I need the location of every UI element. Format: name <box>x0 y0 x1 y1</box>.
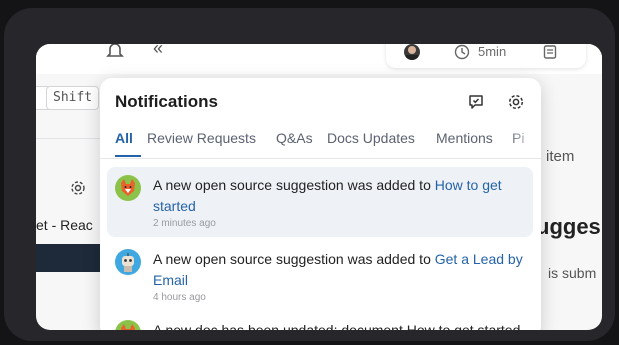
top-bar: « 5min <box>36 44 602 74</box>
dark-banner <box>36 244 102 272</box>
notification-item[interactable]: A new doc has been updated: document How… <box>107 317 533 330</box>
background-item-label: item <box>546 148 575 165</box>
mark-all-read-icon[interactable] <box>467 93 485 111</box>
notification-time: 4 hours ago <box>153 292 206 303</box>
tab-review-requests[interactable]: Review Requests <box>147 130 256 146</box>
notification-text: A new open source suggestion was added t… <box>153 251 523 288</box>
notifications-panel: Notifications All Review Requests Q&As D… <box>100 78 541 330</box>
divider <box>36 138 106 139</box>
keyboard-key-shift: Shift <box>46 86 100 110</box>
tabs-fade <box>507 126 541 156</box>
sidebar-item-label[interactable]: et - Reac <box>36 217 93 233</box>
app-screen: « 5min Shift et - Reac item ugges is sub… <box>36 44 602 330</box>
notification-time: 2 minutes ago <box>153 218 216 229</box>
notification-text: A new open source suggestion was added t… <box>153 177 502 214</box>
notification-item[interactable]: A new open source suggestion was added t… <box>107 241 533 311</box>
read-time-label: 5min <box>478 44 507 59</box>
active-tab-indicator <box>115 155 141 157</box>
clock-icon <box>454 44 470 60</box>
tab-qas[interactable]: Q&As <box>276 130 313 146</box>
user-status-card: 5min <box>386 44 586 68</box>
user-avatar[interactable] <box>404 44 420 60</box>
notification-text: A new doc has been updated: document How… <box>153 322 521 330</box>
document-icon[interactable] <box>542 44 558 60</box>
tab-docs-updates[interactable]: Docs Updates <box>327 130 415 146</box>
background-heading: ugges <box>536 214 601 239</box>
robot-avatar <box>115 249 141 275</box>
notification-item[interactable]: A new open source suggestion was added t… <box>107 167 533 237</box>
gear-icon[interactable] <box>70 180 86 196</box>
bell-icon[interactable] <box>104 44 126 62</box>
tab-all[interactable]: All <box>115 130 133 146</box>
tab-mentions[interactable]: Mentions <box>436 130 493 146</box>
panel-title: Notifications <box>115 92 218 111</box>
background-subtext: is subm <box>548 265 597 281</box>
collapse-sidebar-icon[interactable]: « <box>153 44 163 59</box>
notification-tabs: All Review Requests Q&As Docs Updates Me… <box>100 126 541 159</box>
device-frame: « 5min Shift et - Reac item ugges is sub… <box>4 8 615 341</box>
fox-avatar <box>115 320 141 330</box>
settings-gear-icon[interactable] <box>507 93 525 111</box>
fox-avatar <box>115 175 141 201</box>
